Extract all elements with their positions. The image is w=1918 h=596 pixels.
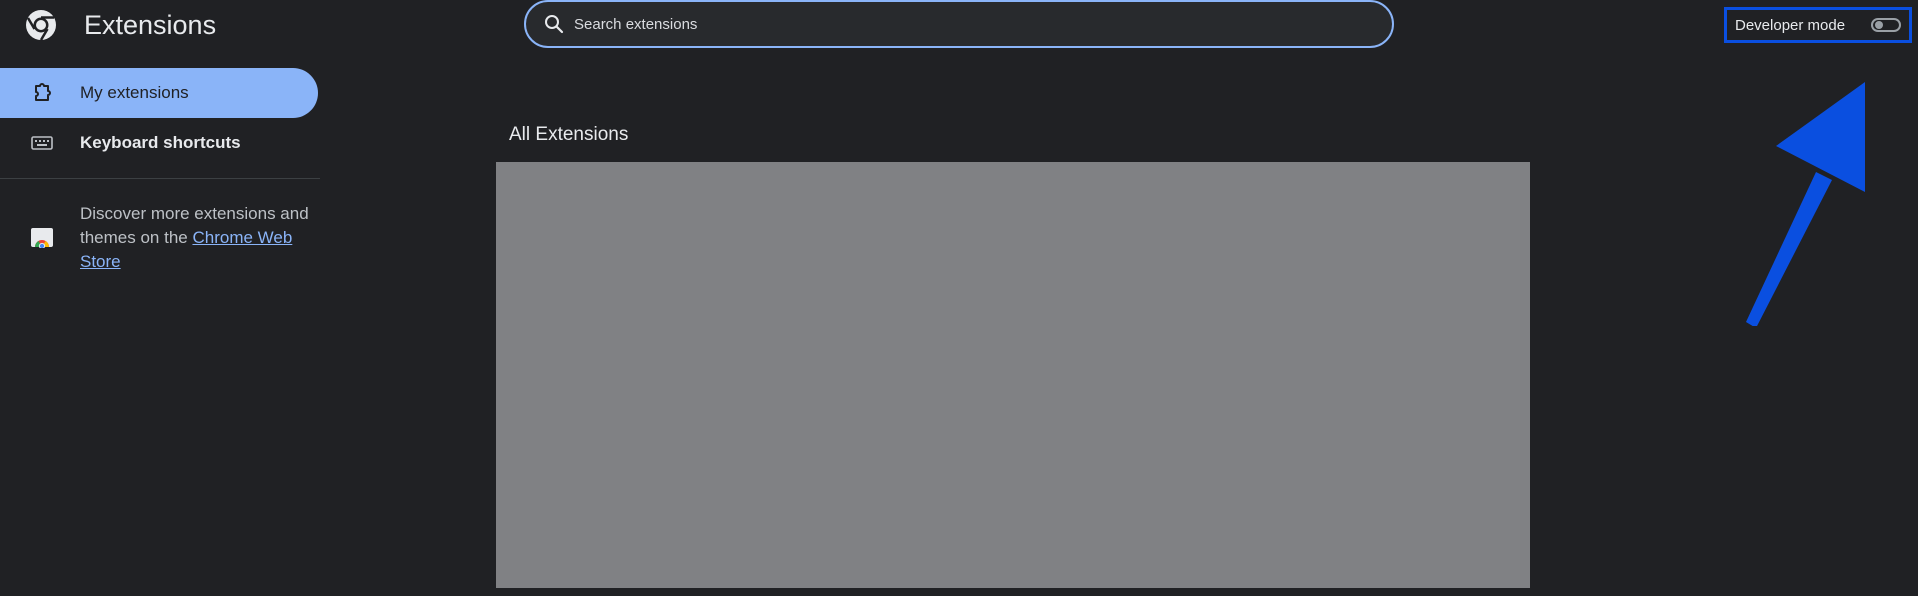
- sidebar-item-my-extensions[interactable]: My extensions: [0, 68, 318, 118]
- extensions-list-placeholder: [496, 162, 1530, 588]
- page-title: Extensions: [84, 10, 217, 40]
- section-title: All Extensions: [509, 124, 629, 145]
- search-icon: [545, 15, 564, 34]
- discover-more-text: Discover more extensions and themes on t…: [80, 202, 310, 274]
- chrome-logo-icon: [26, 10, 56, 41]
- toggle-knob: [1875, 21, 1883, 29]
- extensions-page: Extensions Developer mode My extensions: [0, 0, 1918, 596]
- keyboard-icon: [31, 136, 53, 150]
- developer-mode-label: Developer mode: [1735, 16, 1846, 34]
- search-input[interactable]: [572, 14, 1392, 34]
- chrome-web-store-icon: [31, 228, 53, 248]
- developer-mode-toggle[interactable]: [1871, 18, 1901, 32]
- developer-mode-control[interactable]: Developer mode: [1724, 7, 1912, 43]
- sidebar-divider: [0, 178, 320, 179]
- puzzle-piece-icon: [35, 83, 51, 101]
- sidebar-item-keyboard-shortcuts[interactable]: Keyboard shortcuts: [0, 118, 318, 168]
- search-box[interactable]: [524, 0, 1394, 48]
- sidebar-item-label: Keyboard shortcuts: [80, 133, 241, 152]
- sidebar-item-label: My extensions: [80, 83, 189, 102]
- annotation-arrow-icon: [1746, 82, 1865, 326]
